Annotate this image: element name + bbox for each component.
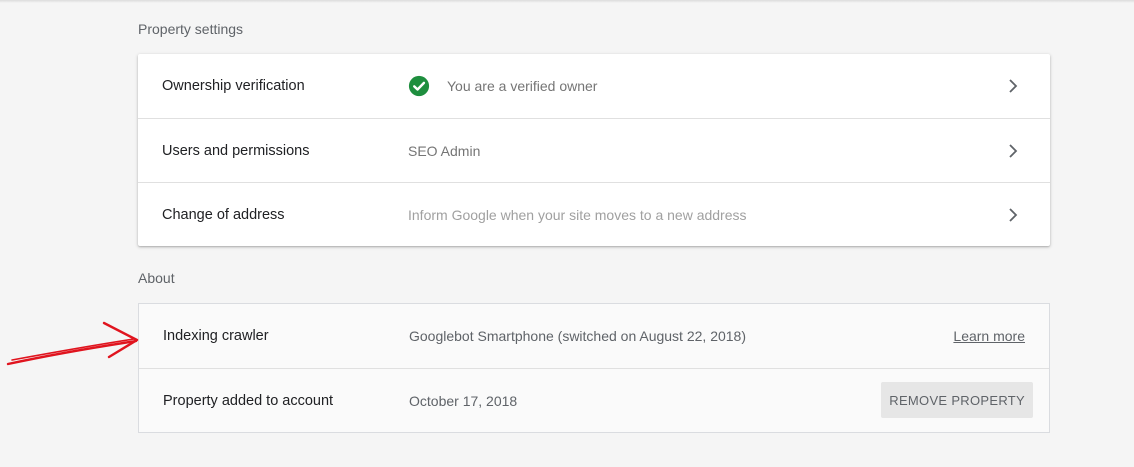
change-of-address-row[interactable]: Change of address Inform Google when you… xyxy=(138,182,1050,246)
users-permissions-label: Users and permissions xyxy=(162,142,310,159)
chevron-right-icon[interactable] xyxy=(1006,78,1020,94)
ownership-verification-row[interactable]: Ownership verification You are a verifie… xyxy=(138,54,1050,118)
ownership-verification-status: You are a verified owner xyxy=(447,78,598,94)
learn-more-link[interactable]: Learn more xyxy=(953,328,1025,344)
check-circle-icon xyxy=(408,75,430,97)
indexing-crawler-row: Indexing crawler Googlebot Smartphone (s… xyxy=(139,304,1049,368)
property-settings-card: Ownership verification You are a verifie… xyxy=(138,54,1050,246)
remove-property-button[interactable]: REMOVE PROPERTY xyxy=(881,382,1033,418)
chevron-right-icon[interactable] xyxy=(1006,207,1020,223)
top-shadow xyxy=(0,0,1134,3)
indexing-crawler-value: Googlebot Smartphone (switched on August… xyxy=(409,328,746,344)
property-settings-title: Property settings xyxy=(138,21,244,37)
about-title: About xyxy=(138,270,175,286)
property-added-label: Property added to account xyxy=(163,392,334,409)
property-added-row: Property added to account October 17, 20… xyxy=(139,368,1049,432)
users-permissions-value: SEO Admin xyxy=(408,142,481,159)
change-of-address-label: Change of address xyxy=(162,206,285,223)
chevron-right-icon[interactable] xyxy=(1006,143,1020,159)
ownership-verification-label: Ownership verification xyxy=(162,78,305,94)
about-card: Indexing crawler Googlebot Smartphone (s… xyxy=(138,303,1050,433)
indexing-crawler-label: Indexing crawler xyxy=(163,328,269,344)
property-added-date: October 17, 2018 xyxy=(409,392,518,409)
ownership-verification-value: You are a verified owner xyxy=(408,75,597,97)
users-permissions-row[interactable]: Users and permissions SEO Admin xyxy=(138,118,1050,182)
change-of-address-value: Inform Google when your site moves to a … xyxy=(408,206,747,223)
red-arrow-annotation-icon xyxy=(6,321,139,366)
